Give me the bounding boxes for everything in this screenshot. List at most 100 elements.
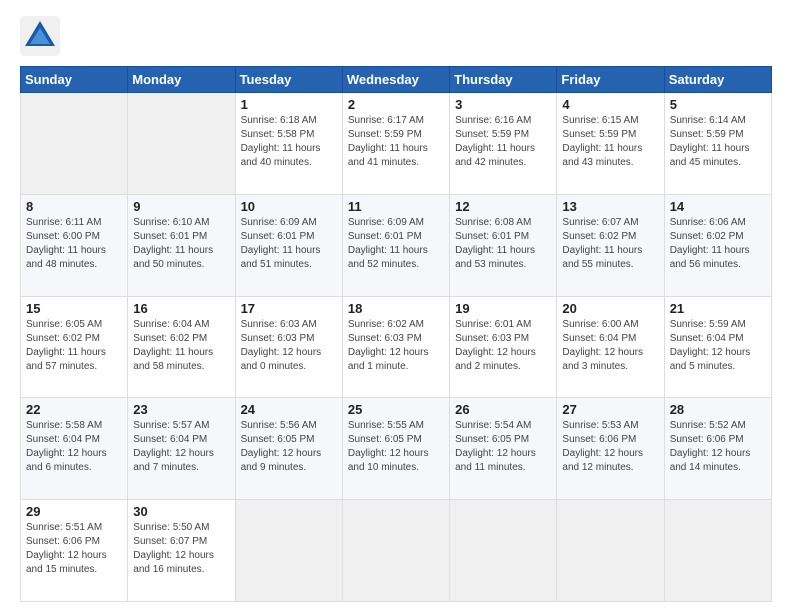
day-number: 24 [241,402,337,417]
calendar-cell: 14 Sunrise: 6:06 AM Sunset: 6:02 PM Dayl… [664,194,771,296]
logo [20,16,66,56]
calendar-cell [235,500,342,602]
day-number: 26 [455,402,551,417]
day-info: Sunrise: 5:59 AM Sunset: 6:04 PM Dayligh… [670,319,751,372]
calendar-cell: 4 Sunrise: 6:15 AM Sunset: 5:59 PM Dayli… [557,93,664,195]
calendar-table: SundayMondayTuesdayWednesdayThursdayFrid… [20,66,772,602]
calendar-cell: 15 Sunrise: 6:05 AM Sunset: 6:02 PM Dayl… [21,296,128,398]
day-number: 8 [26,199,122,214]
day-number: 11 [348,199,444,214]
day-number: 12 [455,199,551,214]
weekday-header-row: SundayMondayTuesdayWednesdayThursdayFrid… [21,67,772,93]
day-info: Sunrise: 6:08 AM Sunset: 6:01 PM Dayligh… [455,217,535,270]
day-info: Sunrise: 6:09 AM Sunset: 6:01 PM Dayligh… [348,217,428,270]
calendar-cell: 10 Sunrise: 6:09 AM Sunset: 6:01 PM Dayl… [235,194,342,296]
week-row-4: 22 Sunrise: 5:58 AM Sunset: 6:04 PM Dayl… [21,398,772,500]
calendar-cell [342,500,449,602]
day-info: Sunrise: 5:56 AM Sunset: 6:05 PM Dayligh… [241,420,322,473]
day-number: 17 [241,301,337,316]
day-number: 28 [670,402,766,417]
day-number: 14 [670,199,766,214]
logo-icon [20,16,60,56]
calendar-cell [450,500,557,602]
calendar-cell: 21 Sunrise: 5:59 AM Sunset: 6:04 PM Dayl… [664,296,771,398]
day-number: 16 [133,301,229,316]
day-number: 2 [348,97,444,112]
calendar-cell: 28 Sunrise: 5:52 AM Sunset: 6:06 PM Dayl… [664,398,771,500]
calendar-cell: 13 Sunrise: 6:07 AM Sunset: 6:02 PM Dayl… [557,194,664,296]
day-number: 15 [26,301,122,316]
day-info: Sunrise: 5:50 AM Sunset: 6:07 PM Dayligh… [133,522,214,575]
calendar-cell [128,93,235,195]
calendar-cell [557,500,664,602]
day-number: 13 [562,199,658,214]
day-number: 1 [241,97,337,112]
page: SundayMondayTuesdayWednesdayThursdayFrid… [0,0,792,612]
day-info: Sunrise: 6:10 AM Sunset: 6:01 PM Dayligh… [133,217,213,270]
day-number: 27 [562,402,658,417]
calendar-cell [664,500,771,602]
calendar-cell: 25 Sunrise: 5:55 AM Sunset: 6:05 PM Dayl… [342,398,449,500]
day-number: 19 [455,301,551,316]
day-info: Sunrise: 5:57 AM Sunset: 6:04 PM Dayligh… [133,420,214,473]
day-info: Sunrise: 6:11 AM Sunset: 6:00 PM Dayligh… [26,217,106,270]
header [20,16,772,56]
day-info: Sunrise: 6:01 AM Sunset: 6:03 PM Dayligh… [455,319,536,372]
calendar-cell: 1 Sunrise: 6:18 AM Sunset: 5:58 PM Dayli… [235,93,342,195]
day-info: Sunrise: 5:55 AM Sunset: 6:05 PM Dayligh… [348,420,429,473]
day-number: 29 [26,504,122,519]
day-info: Sunrise: 5:52 AM Sunset: 6:06 PM Dayligh… [670,420,751,473]
day-info: Sunrise: 5:54 AM Sunset: 6:05 PM Dayligh… [455,420,536,473]
weekday-tuesday: Tuesday [235,67,342,93]
day-info: Sunrise: 5:53 AM Sunset: 6:06 PM Dayligh… [562,420,643,473]
day-info: Sunrise: 5:51 AM Sunset: 6:06 PM Dayligh… [26,522,107,575]
day-info: Sunrise: 6:05 AM Sunset: 6:02 PM Dayligh… [26,319,106,372]
day-number: 4 [562,97,658,112]
day-info: Sunrise: 6:18 AM Sunset: 5:58 PM Dayligh… [241,115,321,168]
calendar-cell: 20 Sunrise: 6:00 AM Sunset: 6:04 PM Dayl… [557,296,664,398]
calendar-cell [21,93,128,195]
day-info: Sunrise: 6:02 AM Sunset: 6:03 PM Dayligh… [348,319,429,372]
day-info: Sunrise: 6:14 AM Sunset: 5:59 PM Dayligh… [670,115,750,168]
calendar-cell: 26 Sunrise: 5:54 AM Sunset: 6:05 PM Dayl… [450,398,557,500]
day-info: Sunrise: 6:03 AM Sunset: 6:03 PM Dayligh… [241,319,322,372]
week-row-1: 1 Sunrise: 6:18 AM Sunset: 5:58 PM Dayli… [21,93,772,195]
day-info: Sunrise: 6:09 AM Sunset: 6:01 PM Dayligh… [241,217,321,270]
calendar-cell: 29 Sunrise: 5:51 AM Sunset: 6:06 PM Dayl… [21,500,128,602]
weekday-friday: Friday [557,67,664,93]
week-row-2: 8 Sunrise: 6:11 AM Sunset: 6:00 PM Dayli… [21,194,772,296]
weekday-monday: Monday [128,67,235,93]
calendar-cell: 24 Sunrise: 5:56 AM Sunset: 6:05 PM Dayl… [235,398,342,500]
day-number: 21 [670,301,766,316]
weekday-saturday: Saturday [664,67,771,93]
day-number: 5 [670,97,766,112]
week-row-5: 29 Sunrise: 5:51 AM Sunset: 6:06 PM Dayl… [21,500,772,602]
calendar-cell: 9 Sunrise: 6:10 AM Sunset: 6:01 PM Dayli… [128,194,235,296]
calendar-cell: 2 Sunrise: 6:17 AM Sunset: 5:59 PM Dayli… [342,93,449,195]
calendar-cell: 8 Sunrise: 6:11 AM Sunset: 6:00 PM Dayli… [21,194,128,296]
day-info: Sunrise: 6:07 AM Sunset: 6:02 PM Dayligh… [562,217,642,270]
day-info: Sunrise: 6:17 AM Sunset: 5:59 PM Dayligh… [348,115,428,168]
calendar-cell: 17 Sunrise: 6:03 AM Sunset: 6:03 PM Dayl… [235,296,342,398]
calendar-cell: 5 Sunrise: 6:14 AM Sunset: 5:59 PM Dayli… [664,93,771,195]
day-info: Sunrise: 6:16 AM Sunset: 5:59 PM Dayligh… [455,115,535,168]
day-number: 3 [455,97,551,112]
calendar-cell: 16 Sunrise: 6:04 AM Sunset: 6:02 PM Dayl… [128,296,235,398]
day-number: 9 [133,199,229,214]
calendar-cell: 3 Sunrise: 6:16 AM Sunset: 5:59 PM Dayli… [450,93,557,195]
day-info: Sunrise: 6:06 AM Sunset: 6:02 PM Dayligh… [670,217,750,270]
day-info: Sunrise: 6:00 AM Sunset: 6:04 PM Dayligh… [562,319,643,372]
calendar-cell: 27 Sunrise: 5:53 AM Sunset: 6:06 PM Dayl… [557,398,664,500]
day-number: 25 [348,402,444,417]
calendar-cell: 18 Sunrise: 6:02 AM Sunset: 6:03 PM Dayl… [342,296,449,398]
weekday-sunday: Sunday [21,67,128,93]
week-row-3: 15 Sunrise: 6:05 AM Sunset: 6:02 PM Dayl… [21,296,772,398]
day-info: Sunrise: 5:58 AM Sunset: 6:04 PM Dayligh… [26,420,107,473]
day-info: Sunrise: 6:04 AM Sunset: 6:02 PM Dayligh… [133,319,213,372]
day-number: 18 [348,301,444,316]
calendar-cell: 22 Sunrise: 5:58 AM Sunset: 6:04 PM Dayl… [21,398,128,500]
calendar-cell: 11 Sunrise: 6:09 AM Sunset: 6:01 PM Dayl… [342,194,449,296]
day-number: 30 [133,504,229,519]
day-number: 23 [133,402,229,417]
day-number: 10 [241,199,337,214]
